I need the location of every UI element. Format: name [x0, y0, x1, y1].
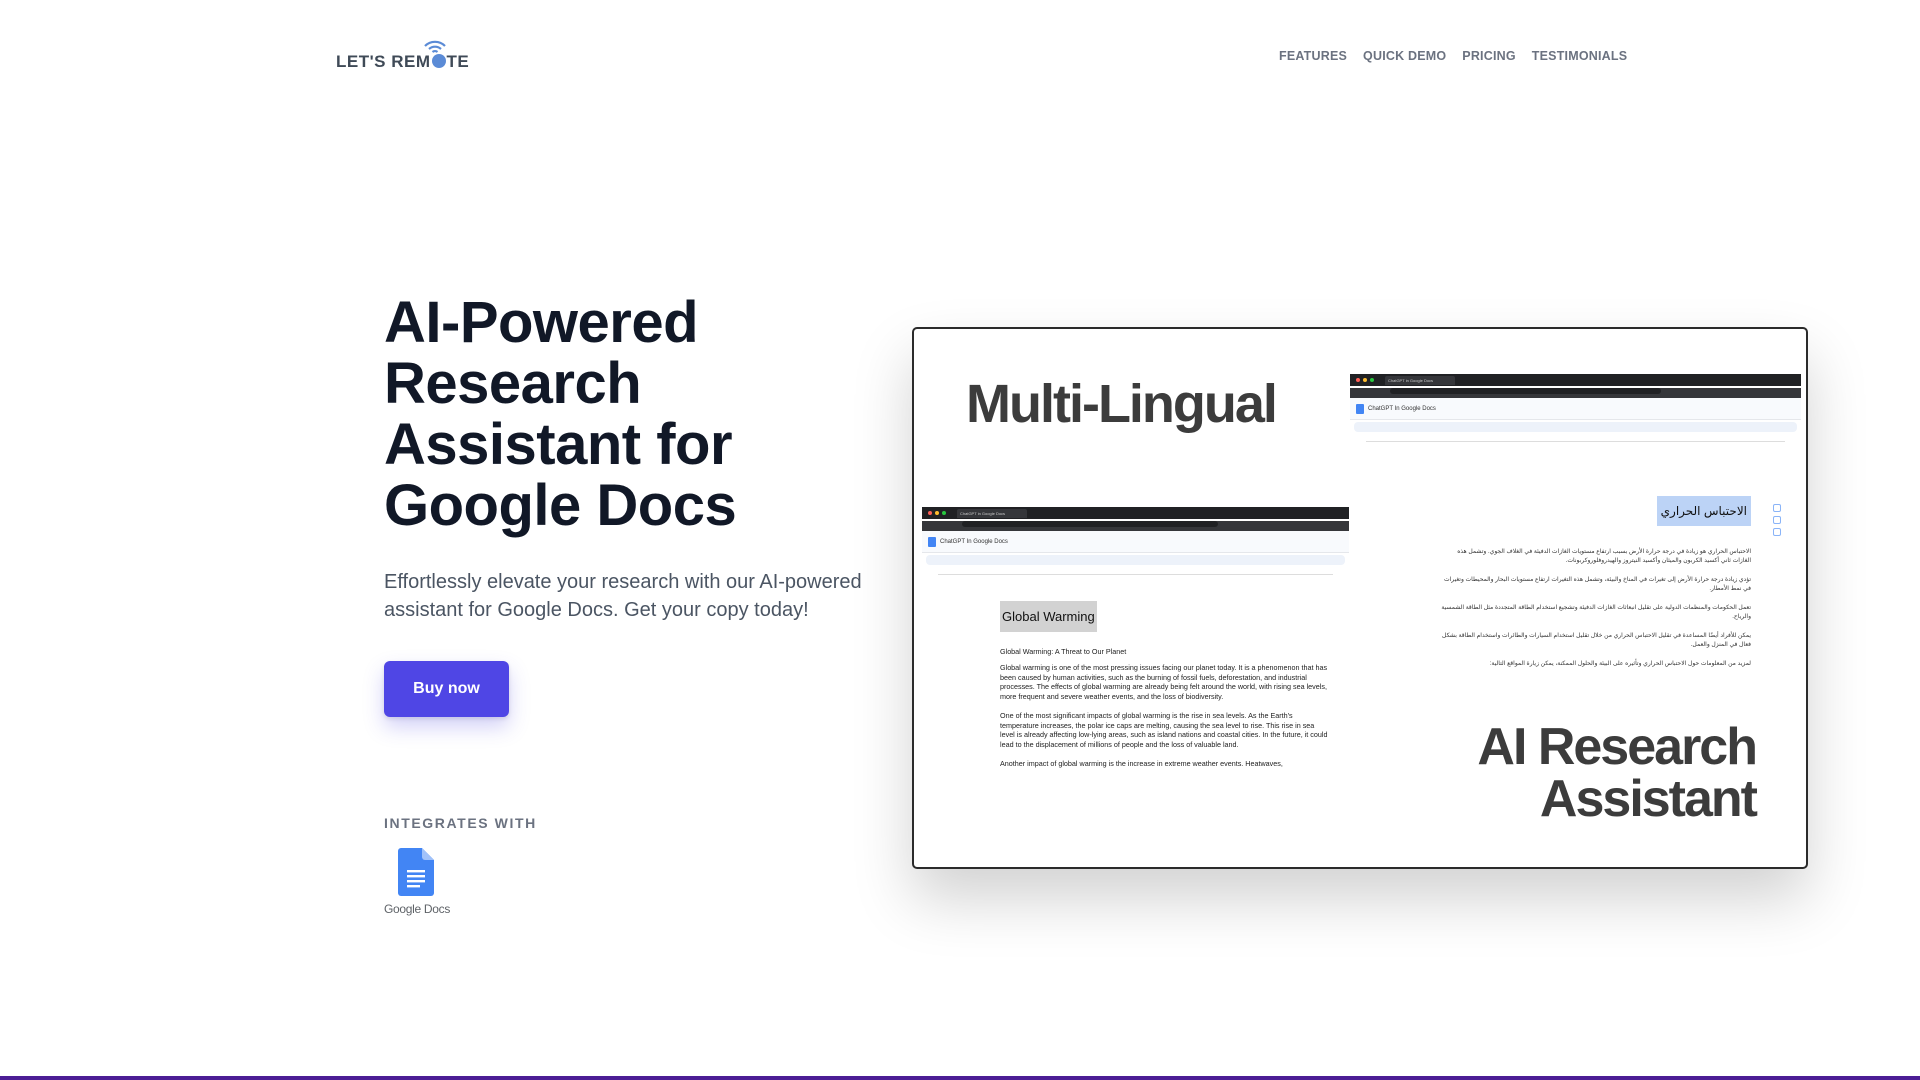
arabic-doc-window: ChatGPT in Google Docs ChatGPT In Google…	[1350, 374, 1801, 682]
browser-titlebar: ChatGPT in Google Docs	[1350, 374, 1801, 386]
nav-pricing[interactable]: PRICING	[1462, 49, 1516, 63]
browser-tab: ChatGPT in Google Docs	[957, 508, 1027, 518]
browser-tab: ChatGPT in Google Docs	[1385, 375, 1455, 385]
side-panel-icons	[1773, 504, 1783, 540]
multilingual-label: Multi-Lingual	[966, 374, 1278, 434]
docs-header: ChatGPT In Google Docs	[922, 531, 1349, 553]
google-docs-integration[interactable]: Google Docs	[384, 848, 450, 918]
docs-ruler	[938, 567, 1333, 575]
doc-title: ChatGPT In Google Docs	[940, 538, 1008, 545]
doc-paragraph: One of the most significant impacts of g…	[1000, 711, 1328, 749]
doc-page: الاحتباس الحراري الاحتباس الحراري هو زيا…	[1378, 446, 1789, 682]
nav-quick-demo[interactable]: QUICK DEMO	[1363, 49, 1446, 63]
browser-urlbar	[922, 521, 1349, 531]
docs-icon	[1356, 403, 1364, 414]
browser-titlebar: ChatGPT in Google Docs	[922, 507, 1349, 519]
doc-paragraph: تؤدي زيادة درجة حرارة الأرض إلى تغيرات ف…	[1443, 577, 1751, 592]
browser-urlbar	[1350, 388, 1801, 398]
main-nav: FEATURES QUICK DEMO PRICING TESTIMONIALS	[1279, 49, 1627, 63]
doc-title: ChatGPT In Google Docs	[1368, 405, 1436, 412]
doc-heading: Global Warming	[1000, 601, 1097, 632]
logo-globe-icon	[431, 54, 446, 68]
english-doc-window: ChatGPT in Google Docs ChatGPT In Google…	[922, 507, 1349, 825]
doc-paragraph: تعمل الحكومات والمنظمات الدولية على تقلي…	[1441, 605, 1751, 620]
hero-title: AI-Powered Research Assistant for Google…	[384, 290, 737, 538]
google-docs-icon	[398, 848, 434, 896]
docs-toolbar	[926, 555, 1345, 565]
doc-subheading: Global Warming: A Threat to Our Planet	[1000, 647, 1127, 656]
logo[interactable]: LET'S REM TE	[336, 36, 470, 72]
docs-ruler	[1366, 434, 1785, 442]
doc-page: Global Warming Global Warming: A Threat …	[952, 579, 1349, 825]
doc-paragraph: Another impact of global warming is the …	[1000, 759, 1283, 768]
doc-paragraph: لمزيد من المعلومات حول الاحتباس الحراري …	[1489, 661, 1751, 667]
product-showcase-image: Multi-Lingual ChatGPT in Google Docs Cha…	[912, 327, 1808, 869]
ai-label-line2: Assistant	[1539, 770, 1758, 828]
bottom-accent-bar	[0, 1076, 1920, 1080]
nav-testimonials[interactable]: TESTIMONIALS	[1532, 49, 1627, 63]
hero-subtitle: Effortlessly elevate your research with …	[384, 571, 862, 621]
ai-label-line1: AI Research	[1477, 718, 1758, 776]
doc-paragraph: Global warming is one of the most pressi…	[1000, 663, 1328, 701]
logo-text: LET'S REM TE	[336, 52, 470, 71]
integrates-label: INTEGRATES WITH	[384, 815, 537, 831]
ai-research-assistant-label: AI Research Assistant	[1477, 718, 1758, 828]
buy-now-button[interactable]: Buy now	[384, 661, 509, 717]
docs-header: ChatGPT In Google Docs	[1350, 398, 1801, 420]
doc-heading: الاحتباس الحراري	[1656, 496, 1751, 526]
docs-icon	[928, 536, 936, 547]
nav-features[interactable]: FEATURES	[1279, 49, 1347, 63]
google-docs-label: Google Docs	[384, 902, 451, 916]
doc-paragraph: يمكن للأفراد أيضًا المساعدة في تقليل الا…	[1442, 633, 1751, 648]
docs-toolbar	[1354, 422, 1797, 432]
doc-paragraph: الاحتباس الحراري هو زيادة في درجة حرارة …	[1457, 549, 1751, 564]
